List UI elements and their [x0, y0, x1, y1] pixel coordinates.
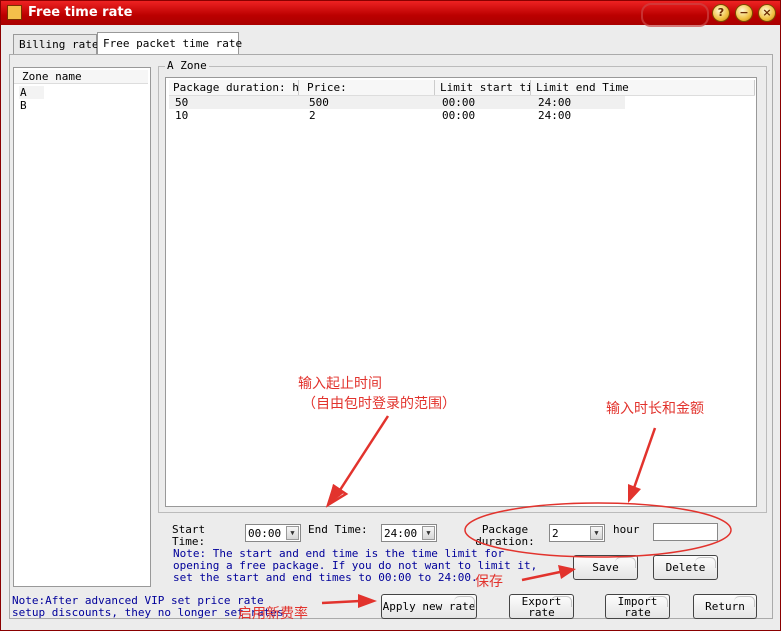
chevron-down-icon[interactable]: ▼: [590, 526, 603, 540]
tab-billing-rate[interactable]: Billing rate: [13, 34, 98, 54]
button-ornament: [695, 557, 716, 568]
delete-button[interactable]: Delete: [653, 555, 718, 580]
button-ornament: [454, 596, 475, 607]
package-duration-value: 2: [552, 527, 559, 540]
zone-group-label: A Zone: [165, 59, 209, 72]
cell-start-time: 00:00: [442, 96, 476, 109]
button-ornament: [551, 596, 572, 607]
end-time-label: End Time:: [308, 523, 368, 536]
cell-start-time: 00:00: [442, 109, 476, 122]
annotation-save: 保存: [475, 574, 503, 590]
cell-end-time: 24:00: [538, 109, 572, 122]
zone-list[interactable]: Zone name A B: [13, 67, 151, 587]
column-header-limit-end[interactable]: Limit end Time: [532, 80, 755, 95]
close-button[interactable]: ×: [758, 4, 776, 22]
rate-table-header: Package duration: hour Price: Limit star…: [169, 80, 755, 96]
table-row[interactable]: 10 2 00:00 24:00: [169, 109, 625, 122]
hour-label: hour: [613, 523, 640, 536]
cell-duration: 50: [175, 96, 189, 109]
cell-duration: 10: [175, 109, 189, 122]
titlebar-ornament: [641, 3, 709, 27]
annotation-time-range-sub: （自由包时登录的范围）: [302, 396, 456, 412]
start-time-value: 00:00: [248, 527, 282, 540]
table-row[interactable]: 50 500 00:00 24:00: [169, 96, 625, 109]
zone-list-header[interactable]: Zone name: [14, 70, 148, 84]
minimize-button[interactable]: −: [735, 4, 753, 22]
start-time-select[interactable]: 00:00 ▼: [245, 524, 301, 542]
free-time-rate-window: Free time rate ? − × Billing rate Free p…: [0, 0, 781, 631]
chevron-down-icon[interactable]: ▼: [422, 526, 435, 540]
price-input[interactable]: [653, 523, 718, 541]
title-bar[interactable]: Free time rate ? − ×: [1, 1, 780, 27]
window-title: Free time rate: [28, 5, 133, 20]
app-icon: [7, 5, 22, 20]
rate-table[interactable]: Package duration: hour Price: Limit star…: [165, 77, 757, 507]
zone-item-a[interactable]: A: [19, 86, 44, 99]
annotation-time-range: 输入起止时间: [298, 376, 382, 392]
button-ornament: [615, 557, 636, 568]
cell-price: 500: [309, 96, 329, 109]
tab-free-packet-time-rate[interactable]: Free packet time rate: [97, 32, 242, 54]
annotation-apply: 启用新费率: [238, 606, 308, 622]
package-duration-label: Package duration:: [475, 523, 535, 548]
package-duration-select[interactable]: 2 ▼: [549, 524, 605, 542]
end-time-select[interactable]: 24:00 ▼: [381, 524, 437, 542]
button-ornament: [734, 596, 755, 607]
zone-item-b[interactable]: B: [19, 99, 44, 112]
annotation-duration-amount: 输入时长和金额: [606, 401, 704, 417]
return-button[interactable]: Return: [693, 594, 757, 619]
column-header-price[interactable]: Price:: [303, 80, 435, 95]
column-header-limit-start[interactable]: Limit start time: [436, 80, 531, 95]
button-ornament: [647, 596, 668, 607]
help-button[interactable]: ?: [712, 4, 730, 22]
export-rate-button[interactable]: Export rate: [509, 594, 574, 619]
cell-price: 2: [309, 109, 316, 122]
cell-end-time: 24:00: [538, 96, 572, 109]
start-time-label: Start Time:: [172, 523, 206, 548]
column-header-package-duration[interactable]: Package duration: hour: [169, 80, 299, 95]
import-rate-button[interactable]: Import rate: [605, 594, 670, 619]
chevron-down-icon[interactable]: ▼: [286, 526, 299, 540]
apply-new-rate-button[interactable]: Apply new rate: [381, 594, 477, 619]
save-button[interactable]: Save: [573, 555, 638, 580]
end-time-value: 24:00: [384, 527, 418, 540]
